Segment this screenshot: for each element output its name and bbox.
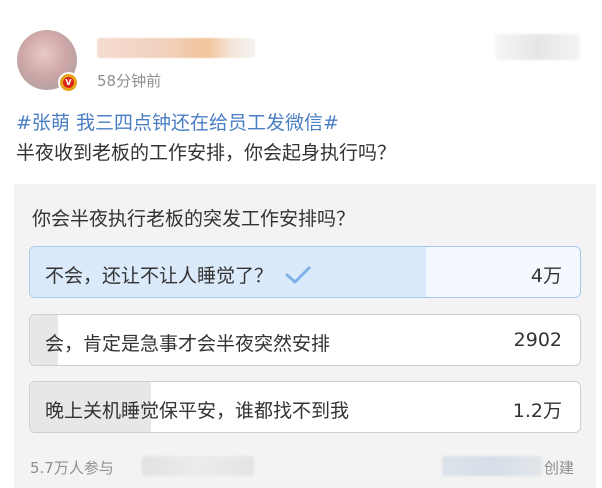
poll-option-1[interactable]: 不会，还让不让人睡觉了？ 4万	[29, 246, 581, 298]
checkmark-icon	[285, 265, 311, 290]
poll-option-label: 会，肯定是急事才会半夜突然安排	[45, 333, 331, 355]
poll-option-count: 1.2万	[512, 400, 562, 422]
post-text: 半夜收到老板的工作安排，你会起身执行吗？	[16, 142, 397, 164]
poll-option-3[interactable]: 晚上关机睡觉保平安，谁都找不到我 1.2万	[29, 381, 581, 433]
poll-participants: 5.7万人参与	[30, 459, 114, 477]
creator-name-redacted[interactable]	[442, 456, 542, 476]
username-redacted[interactable]	[97, 38, 255, 58]
post-header: V 58分钟前	[0, 0, 602, 100]
redacted-text	[142, 456, 254, 476]
hashtag-link[interactable]: #张萌 我三四点钟还在给员工发微信#	[16, 112, 339, 134]
poll-option-count: 2902	[513, 329, 562, 351]
follow-button-redacted[interactable]	[495, 34, 580, 60]
poll-created-label: 创建	[544, 459, 575, 477]
poll-option-count: 4万	[530, 265, 562, 287]
post-content: #张萌 我三四点钟还在给员工发微信# 半夜收到老板的工作安排，你会起身执行吗？	[16, 108, 592, 168]
poll-card: 你会半夜执行老板的突发工作安排吗？ 不会，还让不让人睡觉了？ 4万 会，肯定是急…	[14, 184, 596, 488]
verified-badge-icon: V	[58, 72, 79, 93]
poll-option-label: 晚上关机睡觉保平安，谁都找不到我	[45, 400, 350, 422]
poll-option-2[interactable]: 会，肯定是急事才会半夜突然安排 2902	[29, 314, 581, 366]
poll-option-label: 不会，还让不让人睡觉了？	[45, 261, 311, 290]
post-time: 58分钟前	[97, 72, 162, 90]
poll-question: 你会半夜执行老板的突发工作安排吗？	[32, 208, 356, 230]
